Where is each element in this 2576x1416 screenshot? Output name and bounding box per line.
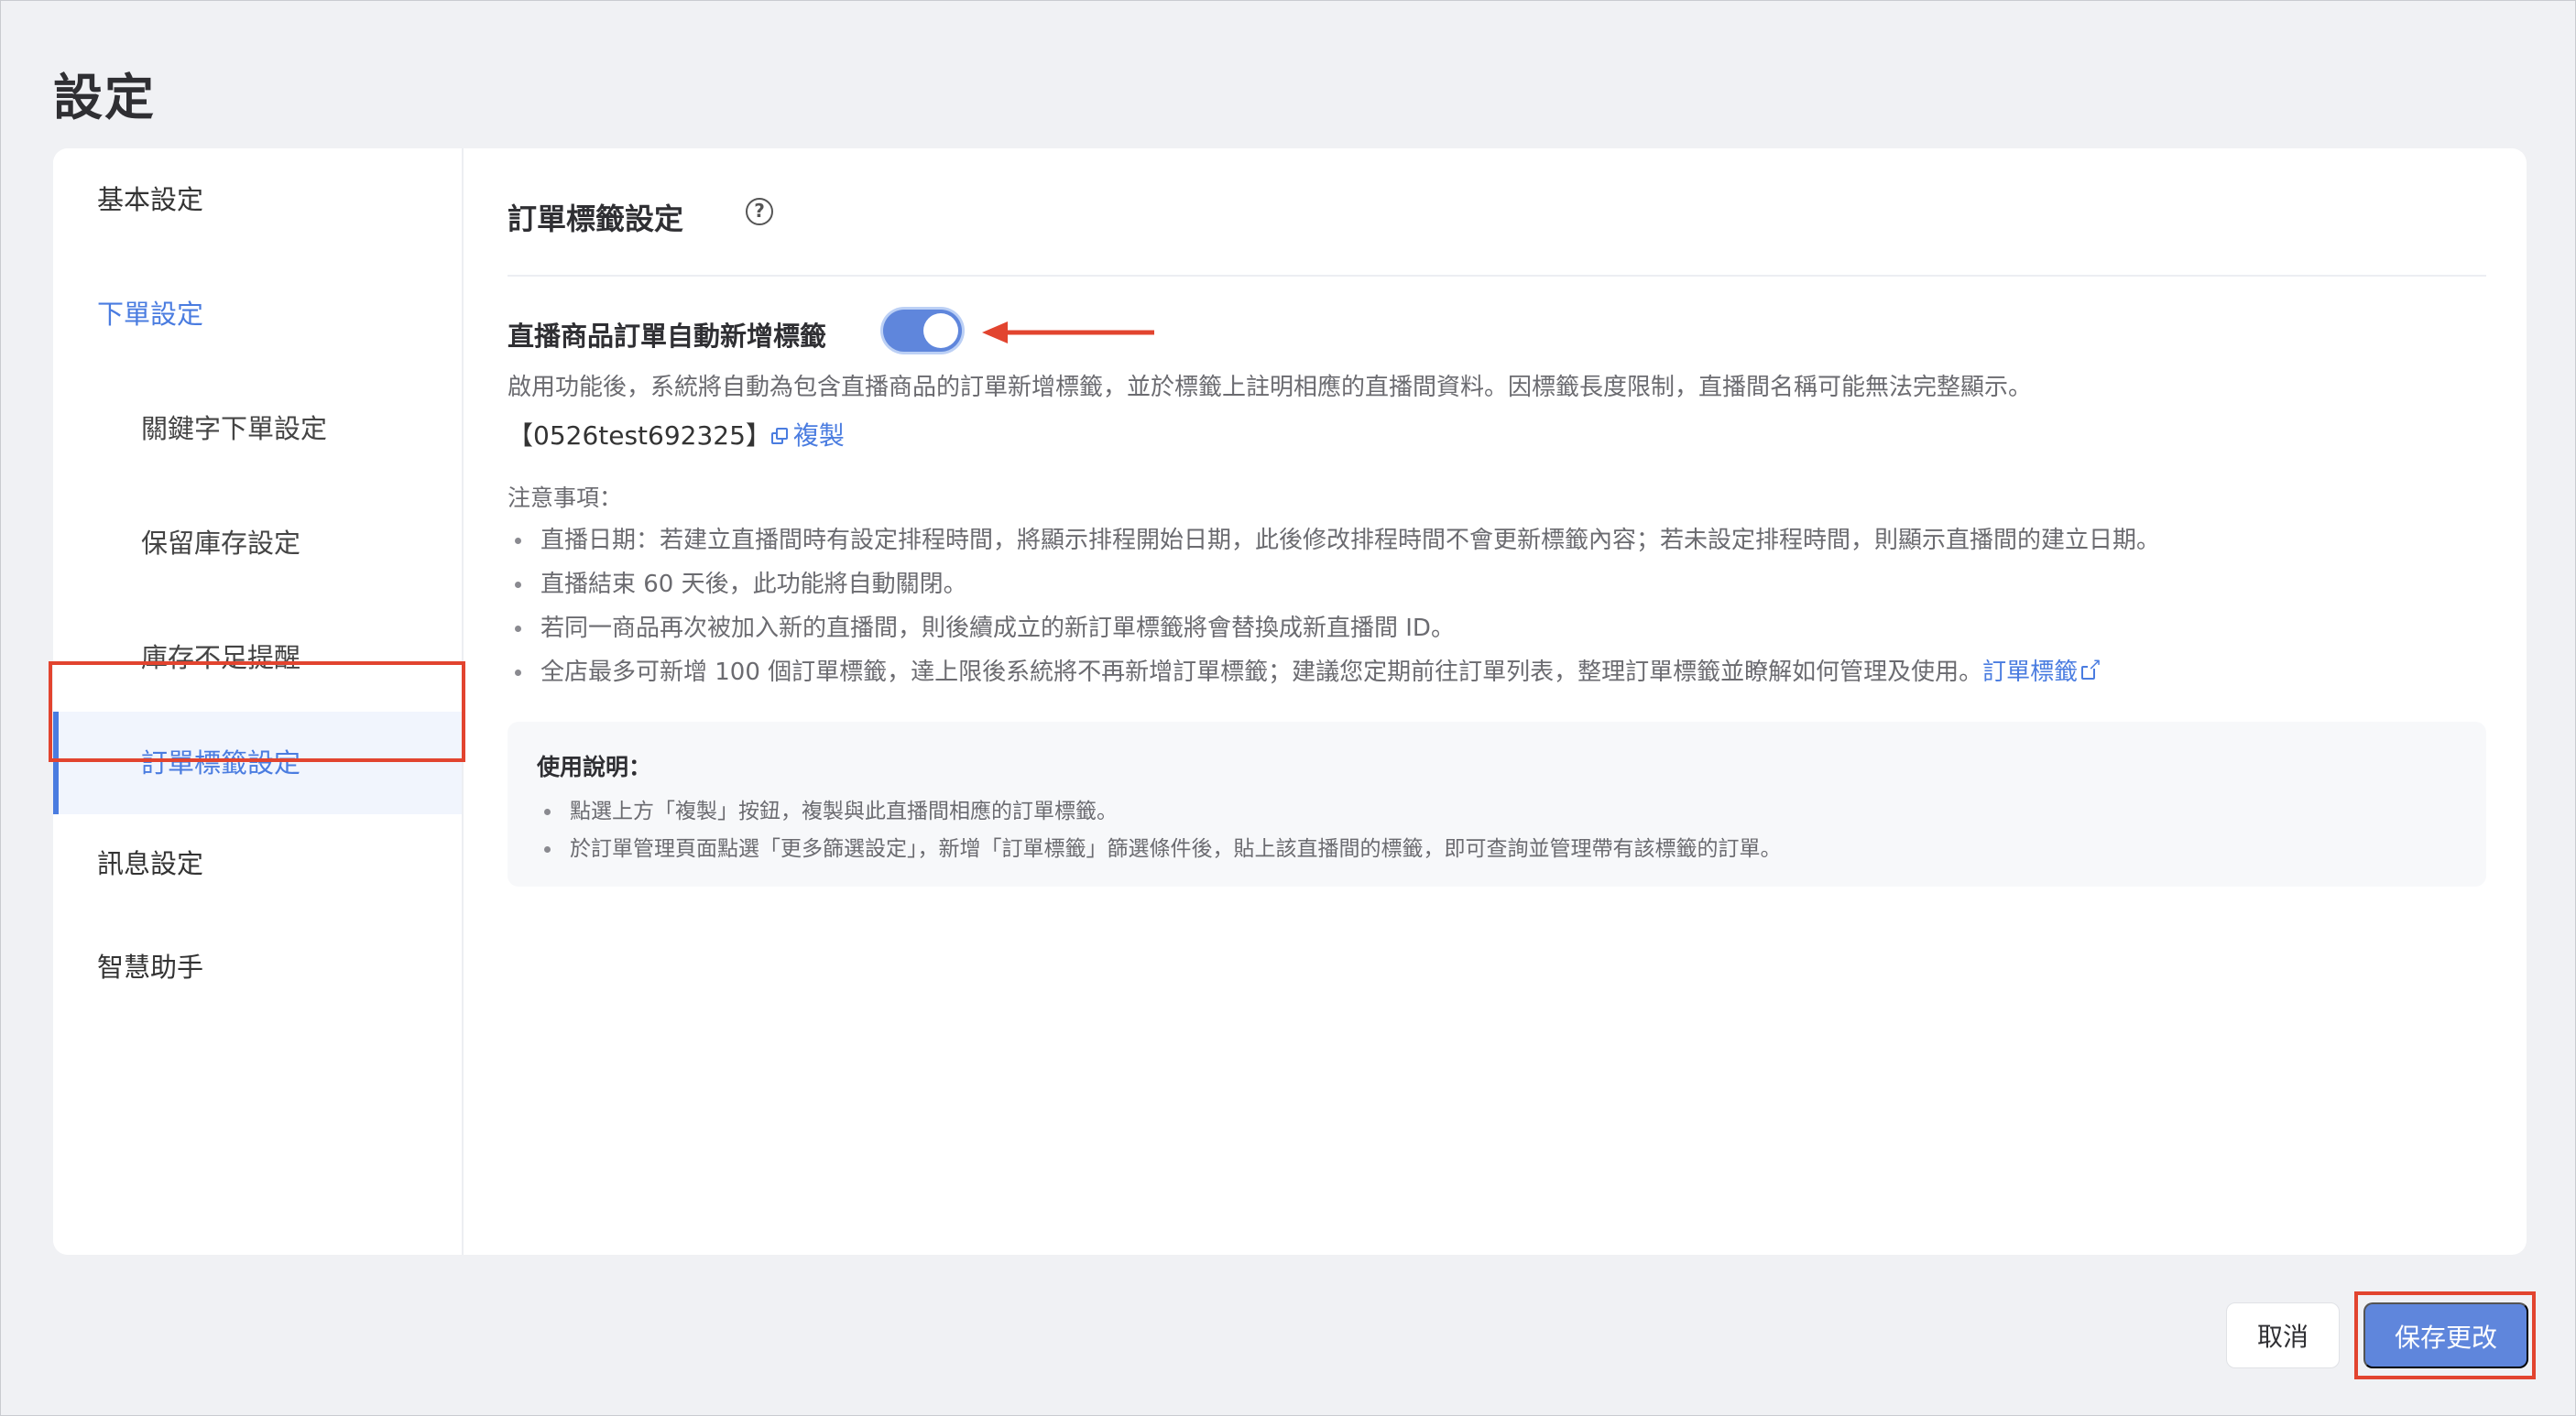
list-item: 全店最多可新增 100 個訂單標籤，達上限後系統將不再新增訂單標籤；建議您定期前… [508, 650, 2160, 694]
note-text: 全店最多可新增 100 個訂單標籤，達上限後系統將不再新增訂單標籤；建議您定期前… [540, 659, 1983, 686]
sidebar-item-keyword-order-settings[interactable]: 關鍵字下單設定 [53, 377, 462, 480]
tag-value: 【0526test692325】 [508, 420, 771, 451]
sidebar-item-low-stock-alert[interactable]: 庫存不足提醒 [53, 606, 462, 709]
page-title: 設定 [53, 69, 156, 126]
external-link-icon [2081, 656, 2101, 681]
copy-icon [770, 427, 790, 445]
sidebar-item-label: 庫存不足提醒 [141, 642, 301, 673]
section-title: 訂單標籤設定 [508, 202, 684, 236]
tag-value-row: 【0526test692325】 複製 [508, 416, 845, 452]
notes-list: 直播日期：若建立直播間時有設定排程時間，將顯示排程開始日期，此後修改排程時間不會… [508, 518, 2160, 694]
sidebar-item-label: 智慧助手 [97, 952, 204, 983]
list-item: 若同一商品再次被加入新的直播間，則後續成立的新訂單標籤將會替換成新直播間 ID。 [508, 606, 2160, 650]
sidebar-item-smart-assistant[interactable]: 智慧助手 [53, 916, 462, 1018]
notes-title: 注意事項： [508, 485, 623, 511]
copy-label: 複製 [792, 420, 845, 451]
usage-instructions-box: 使用說明： 點選上方「複製」按鈕，複製與此直播間相應的訂單標籤。 於訂單管理頁面… [508, 722, 2486, 887]
list-item: 於訂單管理頁面點選「更多篩選設定」，新增「訂單標籤」篩選條件後，貼上該直播間的標… [537, 831, 1782, 868]
order-tag-link-label: 訂單標籤 [1982, 659, 2079, 686]
sidebar-item-reserve-stock-settings[interactable]: 保留庫存設定 [53, 492, 462, 594]
order-tag-link[interactable]: 訂單標籤 [1982, 656, 2101, 686]
usage-title: 使用說明： [537, 754, 652, 780]
settings-sidebar: 基本設定 下單設定 關鍵字下單設定 保留庫存設定 庫存不足提醒 訂單標籤設定 訊… [53, 148, 464, 1255]
toggle-knob [923, 313, 958, 348]
sidebar-item-order-settings[interactable]: 下單設定 [53, 263, 462, 365]
auto-tag-toggle[interactable] [883, 310, 962, 352]
sidebar-item-label: 下單設定 [97, 299, 204, 330]
sidebar-item-basic-settings[interactable]: 基本設定 [53, 148, 462, 251]
annotation-arrow-icon [982, 321, 1154, 343]
save-changes-button[interactable]: 保存更改 [2363, 1302, 2528, 1368]
sidebar-item-label: 保留庫存設定 [141, 528, 301, 559]
list-item: 直播結束 60 天後，此功能將自動關閉。 [508, 562, 2160, 606]
sidebar-item-label: 關鍵字下單設定 [141, 413, 328, 444]
question-circle-icon[interactable]: ? [746, 198, 773, 225]
sidebar-item-order-tag-settings[interactable]: 訂單標籤設定 [53, 712, 462, 814]
list-item: 直播日期：若建立直播間時有設定排程時間，將顯示排程開始日期，此後修改排程時間不會… [508, 518, 2160, 562]
cancel-button[interactable]: 取消 [2226, 1302, 2340, 1368]
list-item: 點選上方「複製」按鈕，複製與此直播間相應的訂單標籤。 [537, 793, 1782, 831]
settings-card: 基本設定 下單設定 關鍵字下單設定 保留庫存設定 庫存不足提醒 訂單標籤設定 訊… [53, 148, 2527, 1255]
auto-tag-toggle-label: 直播商品訂單自動新增標籤 [508, 321, 827, 352]
sidebar-item-label: 基本設定 [97, 184, 204, 215]
section-divider [508, 275, 2486, 277]
sidebar-item-label: 訂單標籤設定 [141, 747, 301, 779]
usage-list: 點選上方「複製」按鈕，複製與此直播間相應的訂單標籤。 於訂單管理頁面點選「更多篩… [537, 793, 1782, 868]
sidebar-item-label: 訊息設定 [97, 848, 204, 879]
copy-button[interactable]: 複製 [770, 420, 845, 451]
feature-description: 啟用功能後，系統將自動為包含直播商品的訂單新增標籤，並於標籤上註明相應的直播間資… [508, 374, 2033, 401]
sidebar-item-message-settings[interactable]: 訊息設定 [53, 812, 462, 915]
